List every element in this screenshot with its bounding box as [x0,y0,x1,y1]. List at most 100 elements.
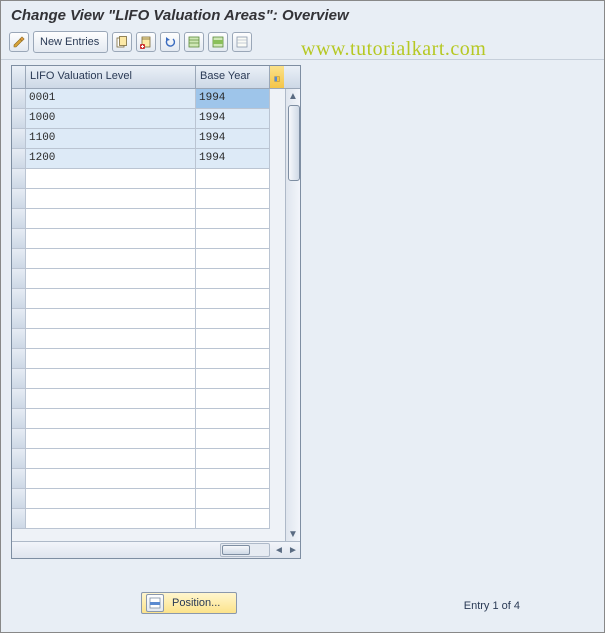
cell-base-year[interactable] [196,209,270,229]
table-body: 00011994100019941100199412001994 ▲ ▼ [12,89,300,541]
row-selector[interactable] [12,149,26,169]
cell-level[interactable]: 1100 [26,129,196,149]
scroll-down-icon[interactable]: ▼ [286,527,300,541]
cell-level[interactable] [26,449,196,469]
cell-level[interactable] [26,309,196,329]
row-selector[interactable] [12,289,26,309]
row-selector[interactable] [12,269,26,289]
table-header: LIFO Valuation Level Base Year [12,66,300,89]
row-selector[interactable] [12,489,26,509]
scroll-left-icon[interactable]: ◄ [272,543,286,557]
horizontal-scrollbar[interactable]: ◄ ► [12,541,300,558]
cell-level[interactable] [26,469,196,489]
table-row [12,429,300,449]
cell-base-year[interactable] [196,449,270,469]
cell-base-year[interactable] [196,229,270,249]
cell-level[interactable] [26,429,196,449]
new-entries-button[interactable]: New Entries [33,31,108,53]
row-selector[interactable] [12,89,26,109]
position-button[interactable]: Position... [141,592,237,614]
column-header-level[interactable]: LIFO Valuation Level [26,66,196,88]
copy-as-button[interactable] [112,32,132,52]
table-config-button[interactable] [270,66,284,88]
scroll-up-icon[interactable]: ▲ [286,89,300,103]
cell-base-year[interactable] [196,429,270,449]
table-row [12,229,300,249]
cell-base-year[interactable] [196,189,270,209]
row-selector[interactable] [12,469,26,489]
cell-level[interactable] [26,509,196,529]
cell-level[interactable] [26,209,196,229]
table-row: 00011994 [12,89,300,109]
cell-base-year[interactable]: 1994 [196,89,270,109]
cell-level[interactable] [26,169,196,189]
cell-base-year[interactable] [196,509,270,529]
cell-level[interactable] [26,389,196,409]
cell-base-year[interactable] [196,329,270,349]
table-row: 12001994 [12,149,300,169]
column-header-base-year[interactable]: Base Year [196,66,270,88]
deselect-all-button[interactable] [232,32,252,52]
row-selector-header[interactable] [12,66,26,88]
cell-level[interactable] [26,249,196,269]
scroll-thumb[interactable] [288,105,300,181]
cell-level[interactable] [26,229,196,249]
table-row [12,389,300,409]
cell-level[interactable]: 0001 [26,89,196,109]
cell-level[interactable] [26,369,196,389]
row-selector[interactable] [12,189,26,209]
row-selector[interactable] [12,249,26,269]
cell-level[interactable] [26,269,196,289]
cell-level[interactable] [26,409,196,429]
cell-base-year[interactable] [196,349,270,369]
cell-level[interactable] [26,489,196,509]
table-row [12,329,300,349]
scroll-right-icon[interactable]: ► [286,543,300,557]
row-selector[interactable] [12,209,26,229]
cell-base-year[interactable] [196,409,270,429]
cell-base-year[interactable] [196,269,270,289]
cell-base-year[interactable] [196,489,270,509]
hscroll-track[interactable] [220,543,270,557]
vertical-scrollbar[interactable]: ▲ ▼ [285,89,300,541]
cell-base-year[interactable] [196,249,270,269]
cell-level[interactable] [26,289,196,309]
scroll-track[interactable] [286,103,300,527]
row-selector[interactable] [12,389,26,409]
cell-base-year[interactable] [196,369,270,389]
hscroll-thumb[interactable] [222,545,250,555]
table-row [12,449,300,469]
toggle-display-change-button[interactable] [9,32,29,52]
undo-button[interactable] [160,32,180,52]
row-selector[interactable] [12,229,26,249]
cell-base-year[interactable] [196,469,270,489]
cell-level[interactable]: 1200 [26,149,196,169]
row-selector[interactable] [12,169,26,189]
row-selector[interactable] [12,449,26,469]
cell-base-year[interactable]: 1994 [196,129,270,149]
row-selector[interactable] [12,409,26,429]
row-selector[interactable] [12,309,26,329]
row-selector[interactable] [12,129,26,149]
cell-base-year[interactable] [196,289,270,309]
cell-base-year[interactable]: 1994 [196,149,270,169]
cell-base-year[interactable]: 1994 [196,109,270,129]
position-icon [146,594,164,612]
row-selector[interactable] [12,349,26,369]
cell-level[interactable]: 1000 [26,109,196,129]
cell-base-year[interactable] [196,389,270,409]
delete-button[interactable] [136,32,156,52]
row-selector[interactable] [12,109,26,129]
select-block-button[interactable] [208,32,228,52]
cell-base-year[interactable] [196,309,270,329]
row-selector[interactable] [12,369,26,389]
cell-base-year[interactable] [196,169,270,189]
row-selector[interactable] [12,429,26,449]
table-row [12,469,300,489]
row-selector[interactable] [12,509,26,529]
cell-level[interactable] [26,349,196,369]
cell-level[interactable] [26,189,196,209]
row-selector[interactable] [12,329,26,349]
select-all-button[interactable] [184,32,204,52]
cell-level[interactable] [26,329,196,349]
